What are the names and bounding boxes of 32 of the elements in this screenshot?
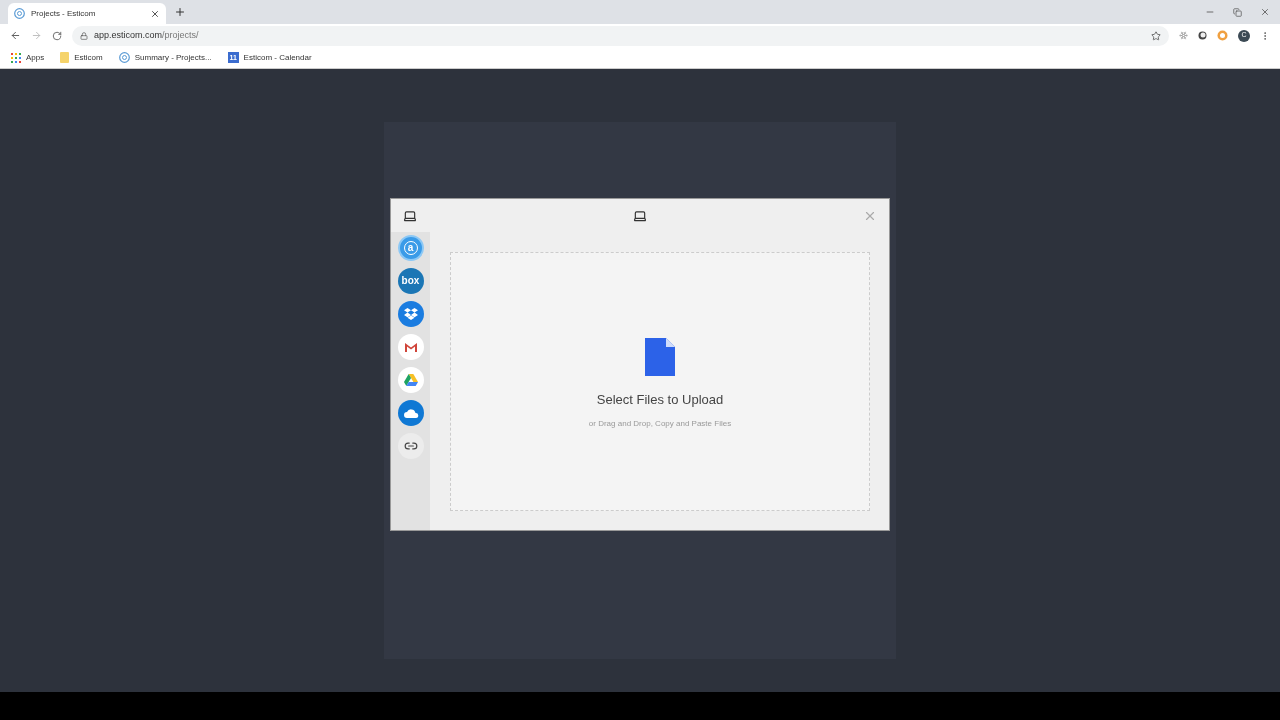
new-tab-icon[interactable] (174, 6, 186, 18)
cloud-icon[interactable] (397, 400, 424, 426)
drive-icon[interactable] (397, 367, 424, 393)
drop-title: Select Files to Upload (596, 391, 724, 409)
link-icon[interactable] (397, 433, 424, 459)
laptop-icon[interactable] (403, 208, 417, 223)
drop-subtitle: or Drag and Drop, Copy and Paste Files (588, 417, 732, 430)
file-icon (645, 338, 675, 376)
box-icon[interactable]: box (397, 268, 424, 294)
folder-icon (60, 52, 70, 63)
close-icon[interactable] (1260, 7, 1270, 17)
site-logo-icon (14, 8, 25, 19)
bookmark[interactable]: Apps (8, 51, 48, 64)
bookmark[interactable]: Esticom (57, 51, 106, 64)
reload-icon[interactable] (52, 30, 62, 41)
browser-tab[interactable]: Projects - Esticom (8, 3, 166, 24)
dropbox-icon[interactable] (397, 301, 424, 327)
mail-icon[interactable] (397, 334, 424, 360)
laptop-icon (633, 208, 647, 223)
apps-grid-icon (11, 52, 21, 63)
address-bar[interactable]: app.esticom.com/projects/ (72, 25, 1169, 46)
lock-icon (80, 31, 88, 40)
bookmark[interactable]: Summary - Projects... (115, 51, 215, 64)
drop-zone[interactable]: Select Files to Upload or Drag and Drop, Copy and Paste Files (450, 252, 870, 511)
site-logo-icon (118, 52, 130, 63)
star-icon[interactable] (1151, 30, 1161, 41)
back-icon[interactable] (10, 30, 21, 41)
close-icon[interactable] (150, 8, 160, 19)
restore-icon[interactable] (1233, 7, 1242, 17)
tab-title: Projects - Esticom (31, 7, 97, 20)
extension-icon[interactable] (1198, 31, 1207, 40)
snowflake-icon[interactable] (1179, 31, 1188, 40)
